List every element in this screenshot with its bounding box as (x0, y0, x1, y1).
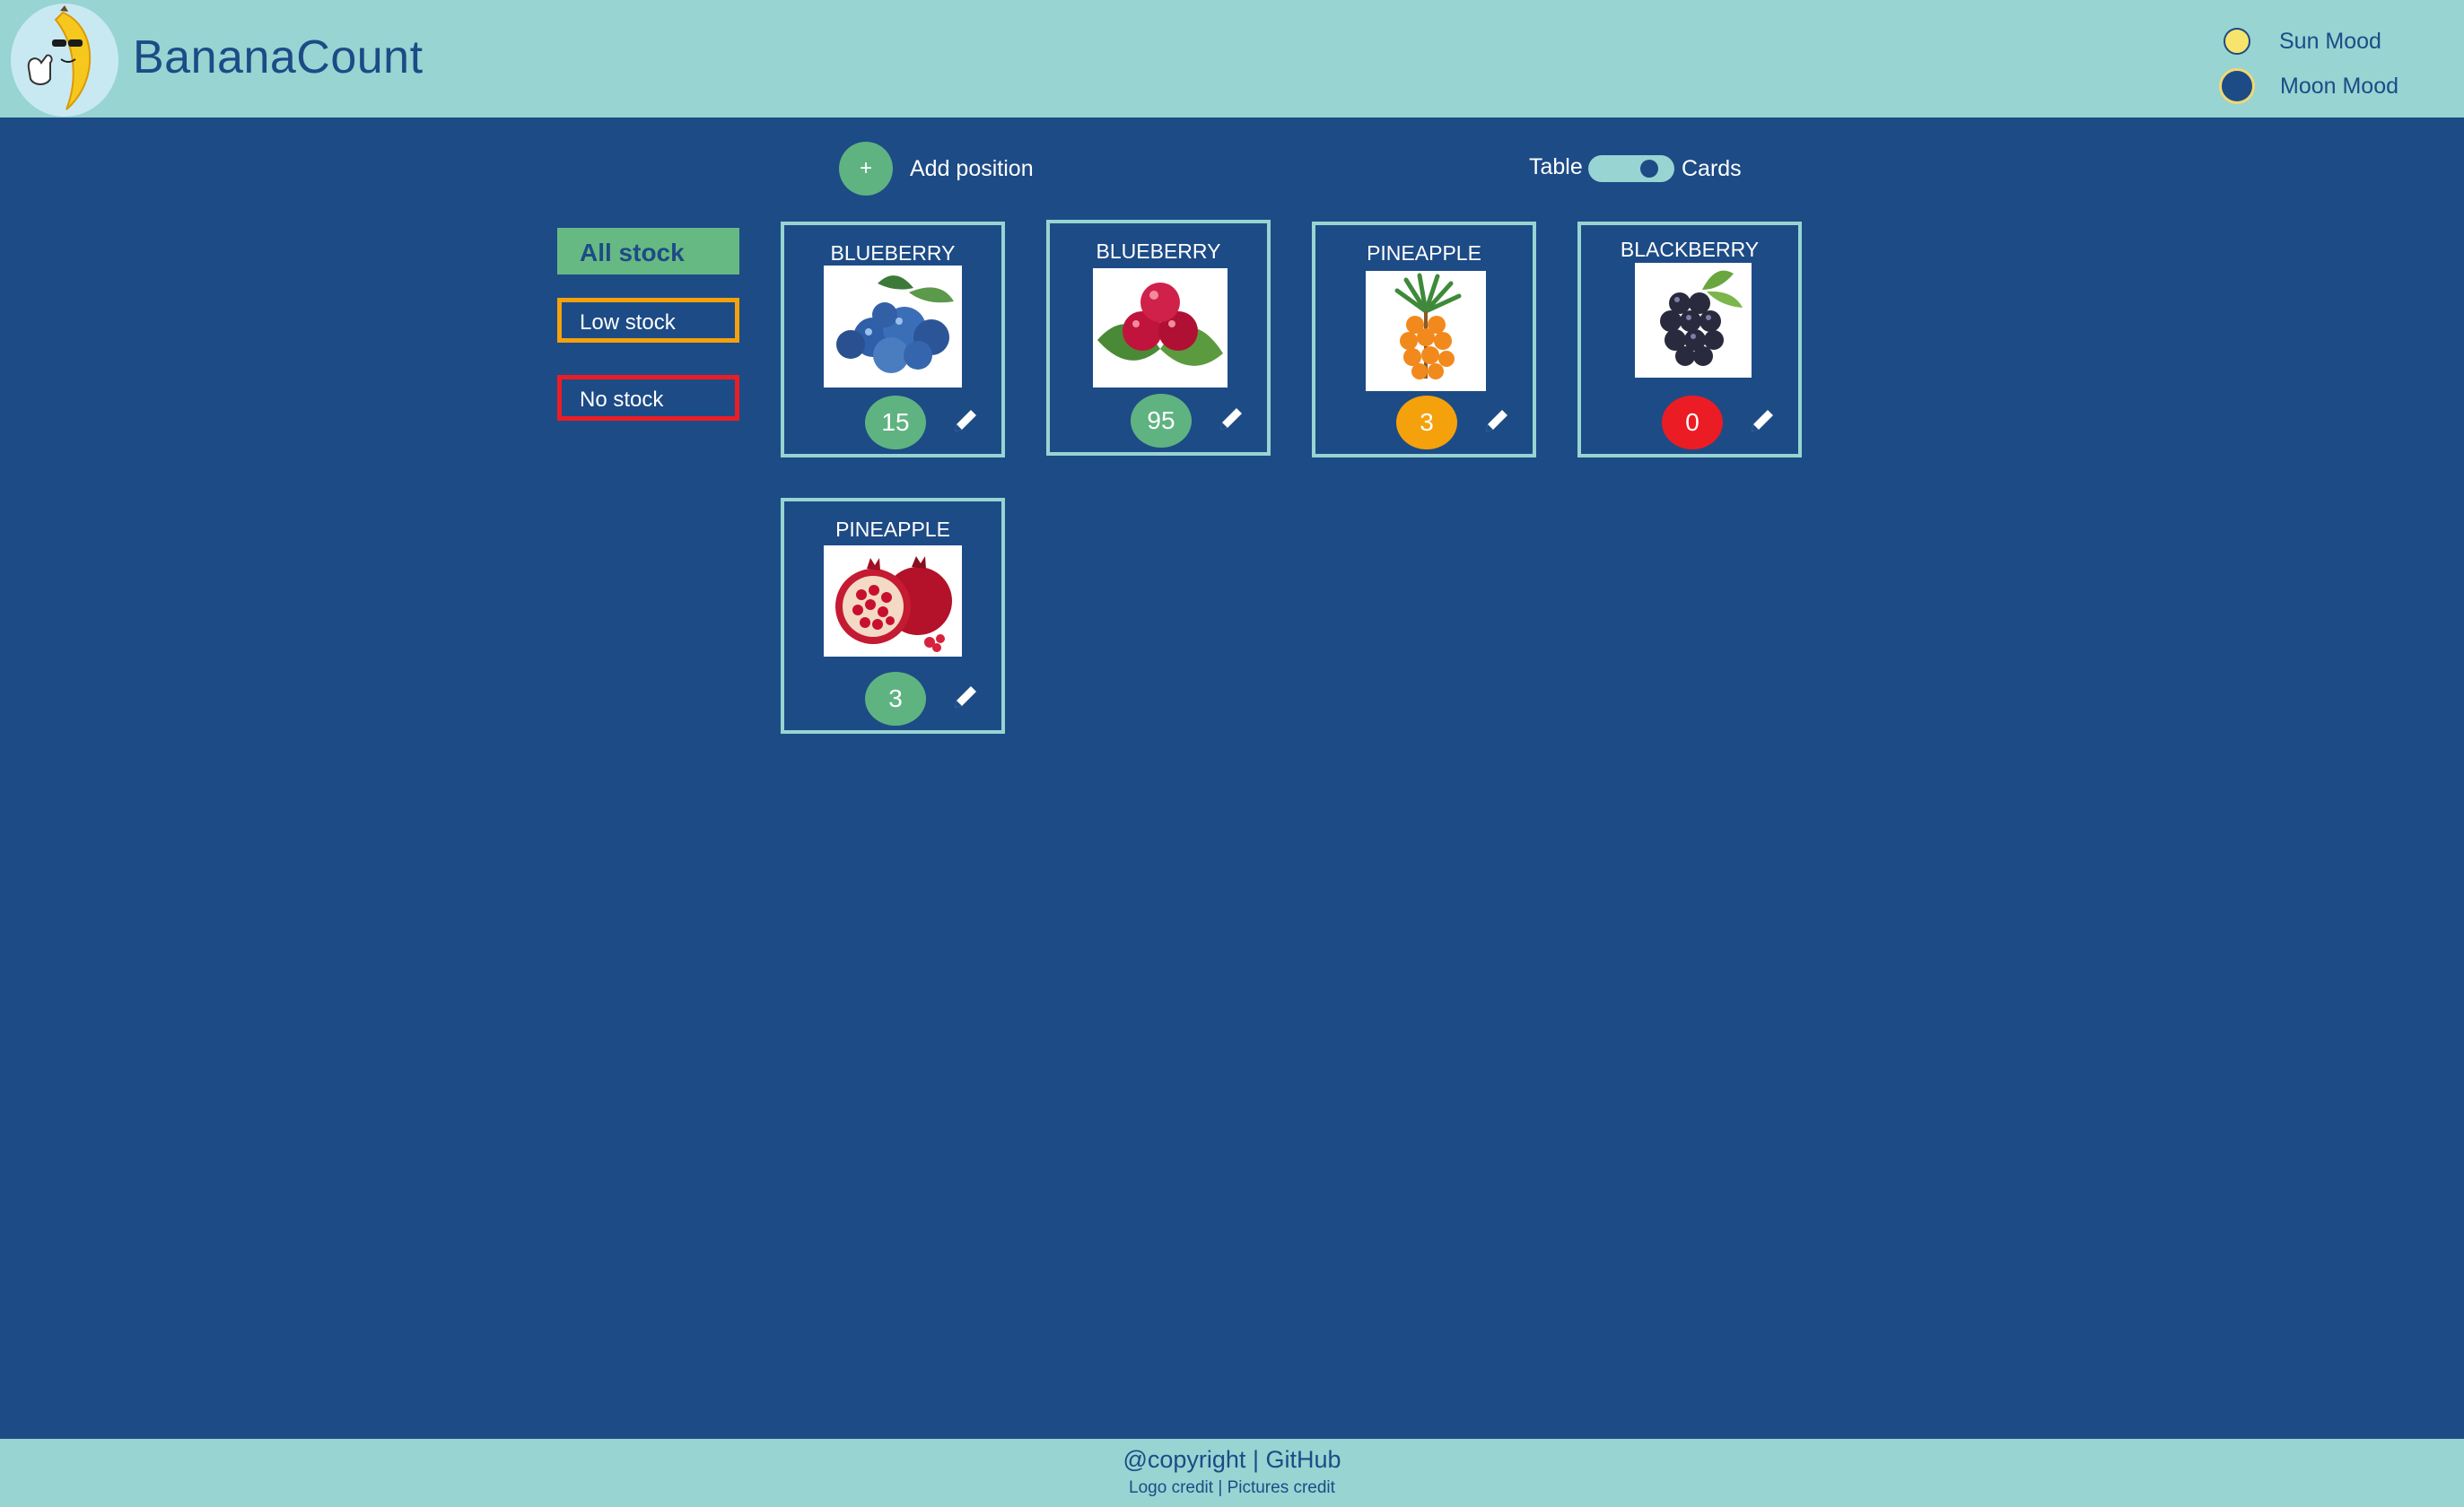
product-name: BLUEBERRY (830, 241, 956, 265)
moon-mood-option[interactable]: Moon Mood (2219, 68, 2399, 104)
edit-pencil-icon[interactable] (1746, 405, 1778, 437)
product-name: BLACKBERRY (1620, 238, 1760, 261)
view-table-label[interactable]: Table (1529, 154, 1583, 180)
product-card: BLUEBERRY 15 (781, 222, 1005, 457)
product-card: PINEAPPLE 3 (781, 498, 1005, 734)
footer-main-line: @copyright | GitHub (0, 1446, 2464, 1474)
product-card: PINEAPPLE 3 (1312, 222, 1536, 457)
blackberry-image (1635, 263, 1752, 378)
sun-mood-option[interactable]: Sun Mood (2222, 28, 2381, 55)
logo-credit-link[interactable]: Logo credit (1129, 1478, 1213, 1497)
moon-mood-label: Moon Mood (2280, 73, 2399, 99)
edit-pencil-icon[interactable] (1481, 405, 1513, 437)
product-name: PINEAPPLE (835, 518, 950, 541)
product-name: PINEAPPLE (1367, 241, 1481, 265)
footer-credits-line: Logo credit | Pictures credit (0, 1478, 2464, 1498)
footer-separator: | (1252, 1446, 1259, 1473)
app-footer: @copyright | GitHub Logo credit | Pictur… (0, 1439, 2464, 1507)
sun-mood-label: Sun Mood (2279, 28, 2381, 54)
edit-pencil-icon[interactable] (949, 681, 982, 713)
pomegranate-image (824, 545, 962, 657)
stock-count-badge: 95 (1131, 394, 1192, 448)
add-position-button[interactable]: + (839, 142, 893, 196)
sun-mood-icon (2224, 28, 2250, 55)
moon-mood-icon (2219, 68, 2255, 104)
filter-no-stock[interactable]: No stock (557, 375, 739, 421)
sea-buckthorn-image (1366, 271, 1486, 391)
product-card: BLUEBERRY 95 (1046, 220, 1271, 456)
view-cards-label[interactable]: Cards (1682, 156, 1742, 182)
edit-pencil-icon[interactable] (1215, 403, 1247, 435)
stock-count-badge: 3 (865, 672, 926, 726)
banana-logo-icon[interactable] (11, 4, 118, 117)
app-title: BananaCount (133, 31, 424, 83)
filter-low-stock[interactable]: Low stock (557, 298, 739, 343)
stock-count-badge: 3 (1396, 396, 1457, 449)
filter-all-stock[interactable]: All stock (557, 228, 739, 274)
github-link[interactable]: GitHub (1265, 1446, 1341, 1473)
blueberry-image (824, 266, 962, 388)
product-card: BLACKBERRY 0 (1577, 222, 1802, 457)
view-mode-toggle[interactable] (1588, 155, 1674, 182)
cranberry-image (1093, 268, 1228, 388)
stock-count-badge: 0 (1662, 396, 1723, 449)
pictures-credit-link[interactable]: Pictures credit (1228, 1478, 1335, 1497)
stock-count-badge: 15 (865, 396, 926, 449)
footer-credit-separator: | (1218, 1478, 1223, 1497)
edit-pencil-icon[interactable] (949, 405, 982, 437)
app-header: BananaCount Sun Mood Moon Mood (0, 0, 2464, 118)
copyright-link[interactable]: @copyright (1123, 1446, 1245, 1473)
add-position-label[interactable]: Add position (910, 156, 1034, 182)
product-name: BLUEBERRY (1096, 240, 1221, 263)
toggle-knob (1640, 160, 1658, 178)
